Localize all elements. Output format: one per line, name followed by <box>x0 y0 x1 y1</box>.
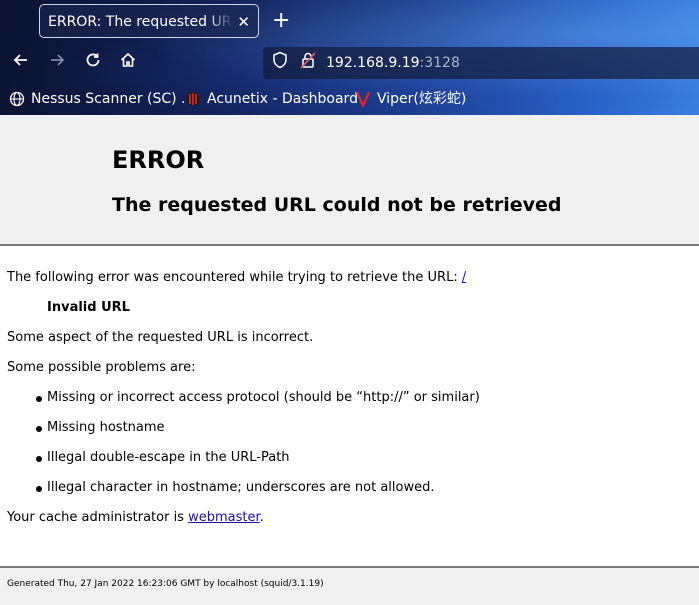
home-icon[interactable] <box>115 50 141 76</box>
footer-text: Generated Thu, 27 Jan 2022 16:23:06 GMT … <box>7 579 324 589</box>
browser-tab[interactable]: ERROR: The requested URL could not be re… <box>39 4 259 38</box>
forward-arrow-icon[interactable] <box>44 50 70 76</box>
reload-icon[interactable] <box>80 50 106 76</box>
lock-icon[interactable] <box>297 51 319 75</box>
list-item: Missing or incorrect access protocol (sh… <box>47 390 480 405</box>
address-bar[interactable]: 192.168.9.19:3128 <box>263 47 699 79</box>
url-port: :3128 <box>419 55 460 71</box>
intro-text: The following error was encountered whil… <box>7 270 466 285</box>
intro-label: The following error was encountered whil… <box>7 270 458 285</box>
bullet-icon <box>36 396 42 402</box>
bookmark-label: Nessus Scanner (SC) ... <box>31 91 195 107</box>
close-icon[interactable]: ✕ <box>237 5 250 37</box>
url-host: 192.168.9.19 <box>326 55 420 71</box>
tab-title: ERROR: The requested URL could not be re… <box>48 14 234 30</box>
list-item: Illegal double-escape in the URL-Path <box>47 450 290 465</box>
acunetix-logo-icon <box>185 91 201 107</box>
error-name: Invalid URL <box>47 300 130 315</box>
bookmark-viper[interactable]: Viper(炫彩蛇) <box>355 86 466 112</box>
url-text[interactable]: 192.168.9.19:3128 <box>326 47 460 79</box>
bookmark-nessus[interactable]: Nessus Scanner (SC) ... <box>9 86 194 112</box>
shield-icon[interactable] <box>269 51 291 75</box>
problems-heading: Some possible problems are: <box>7 360 196 375</box>
list-item: Missing hostname <box>47 420 165 435</box>
new-tab-button[interactable]: + <box>272 8 290 34</box>
page-subtitle: The requested URL could not be retrieved <box>112 194 562 216</box>
globe-icon <box>9 91 25 107</box>
bookmark-acunetix[interactable]: Acunetix - Dashboard <box>185 86 358 112</box>
list-item: Illegal character in hostname; underscor… <box>47 480 435 495</box>
back-arrow-icon[interactable] <box>8 50 34 76</box>
bullet-icon <box>36 426 42 432</box>
bookmark-label: Viper(炫彩蛇) <box>377 91 467 107</box>
webmaster-link[interactable]: webmaster <box>188 510 260 525</box>
viper-logo-icon <box>355 91 371 110</box>
admin-suffix: . <box>259 510 264 525</box>
error-header <box>0 115 699 246</box>
footer: Generated Thu, 27 Jan 2022 16:23:06 GMT … <box>0 566 699 605</box>
admin-text: Your cache administrator is webmaster. <box>7 510 264 525</box>
admin-prefix: Your cache administrator is <box>7 510 184 525</box>
bullet-icon <box>36 456 42 462</box>
bookmark-label: Acunetix - Dashboard <box>207 91 358 107</box>
bookmarks-bar: Nessus Scanner (SC) ... Acunetix - Dashb… <box>0 86 699 112</box>
error-description: Some aspect of the requested URL is inco… <box>7 330 314 345</box>
bullet-icon <box>36 486 42 492</box>
browser-chrome: ERROR: The requested URL could not be re… <box>0 0 699 115</box>
page-title: ERROR <box>112 146 205 174</box>
requested-url-link[interactable]: / <box>462 270 466 285</box>
